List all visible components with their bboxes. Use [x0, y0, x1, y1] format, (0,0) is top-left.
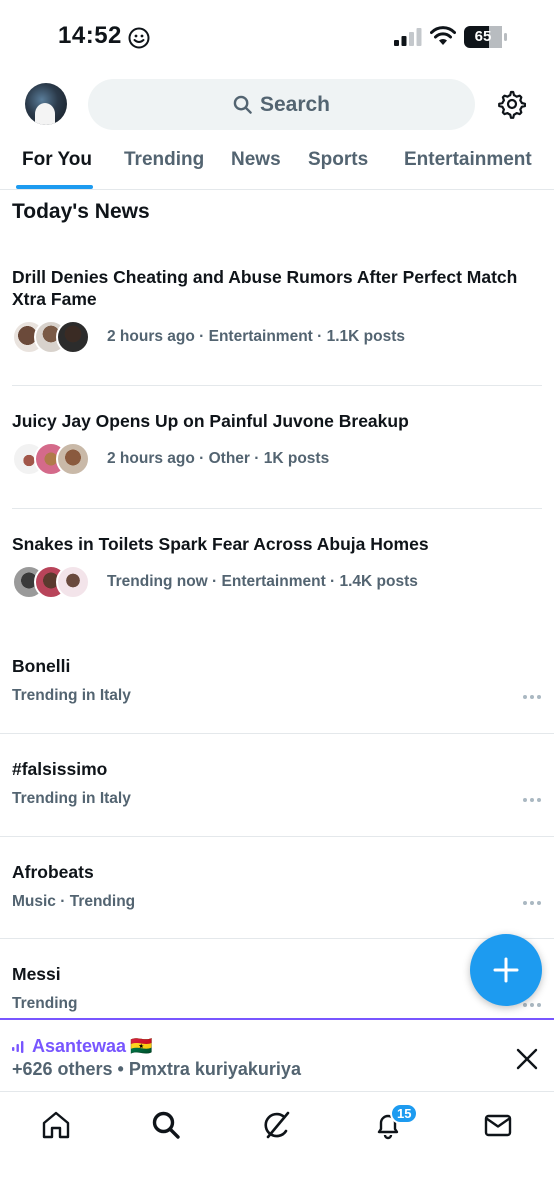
- bottom-nav: 15: [0, 1093, 554, 1200]
- compose-button[interactable]: [470, 934, 542, 1006]
- avatar: [56, 565, 90, 599]
- notification-count-badge: 15: [390, 1103, 419, 1124]
- news-item[interactable]: Snakes in Toilets Spark Fear Across Abuj…: [12, 533, 542, 599]
- home-icon[interactable]: [40, 1109, 72, 1141]
- messages-mail-icon[interactable]: [482, 1109, 514, 1141]
- tab-entertainment[interactable]: Entertainment: [404, 149, 532, 171]
- news-item[interactable]: Juicy Jay Opens Up on Painful Juvone Bre…: [12, 410, 542, 476]
- avatar: [56, 442, 90, 476]
- space-host-row: Asantewaa 🇬🇭: [12, 1036, 152, 1057]
- trend-item[interactable]: #falsissimo Trending in Italy: [12, 759, 542, 839]
- trend-subtitle: Trending in Italy: [12, 790, 131, 807]
- divider: [12, 508, 542, 509]
- active-tab-indicator: [16, 185, 93, 189]
- trend-subtitle: Music · Trending: [12, 893, 136, 910]
- divider: [0, 733, 554, 734]
- flag-icon: 🇬🇭: [130, 1036, 153, 1056]
- profile-avatar[interactable]: [25, 83, 67, 125]
- battery-level: 65: [474, 28, 492, 45]
- settings-gear-icon[interactable]: [496, 89, 526, 119]
- search-icon: [233, 95, 252, 114]
- trend-item[interactable]: Afrobeats Music · Trending: [12, 862, 542, 942]
- trend-title: Bonelli: [12, 656, 71, 676]
- wifi-icon: [430, 26, 456, 45]
- divider: [0, 938, 554, 939]
- cellular-signal-icon: [394, 28, 422, 46]
- trend-subtitle: Trending in Italy: [12, 687, 131, 704]
- news-meta: Trending now · Entertainment · 1.4K post…: [107, 573, 418, 590]
- news-headline: Snakes in Toilets Spark Fear Across Abuj…: [12, 534, 429, 554]
- news-item[interactable]: Drill Denies Cheating and Abuse Rumors A…: [12, 266, 542, 354]
- divider: [0, 836, 554, 837]
- news-headline: Juicy Jay Opens Up on Painful Juvone Bre…: [12, 411, 409, 431]
- section-title: Today's News: [12, 200, 150, 223]
- smiley-icon: [128, 27, 150, 49]
- participant-avatars: [12, 442, 107, 476]
- trend-title: Messi: [12, 964, 61, 984]
- news-meta-row: 2 hours ago · Entertainment · 1.1K posts: [12, 320, 542, 354]
- explore-tabs: For You Trending News Sports Entertainme…: [0, 140, 554, 190]
- tab-news[interactable]: News: [231, 149, 281, 171]
- plus-icon: [493, 957, 519, 983]
- status-time: 14:52: [58, 22, 122, 49]
- divider: [12, 385, 542, 386]
- tab-sports[interactable]: Sports: [308, 149, 368, 171]
- close-icon[interactable]: [516, 1048, 538, 1070]
- trend-title: #falsissimo: [12, 759, 108, 779]
- trend-subtitle: Trending: [12, 995, 78, 1012]
- news-meta: 2 hours ago · Other · 1K posts: [107, 450, 330, 467]
- news-headline: Drill Denies Cheating and Abuse Rumors A…: [12, 267, 518, 309]
- trend-item[interactable]: Bonelli Trending in Italy: [12, 656, 542, 736]
- more-options-icon[interactable]: [522, 797, 542, 803]
- search-placeholder: Search: [259, 92, 331, 116]
- more-options-icon[interactable]: [522, 900, 542, 906]
- status-bar: 14:52 65: [0, 0, 554, 70]
- participant-avatars: [12, 565, 107, 599]
- news-meta: 2 hours ago · Entertainment · 1.1K posts: [107, 328, 405, 345]
- news-meta-row: 2 hours ago · Other · 1K posts: [12, 442, 542, 476]
- tab-for-you[interactable]: For You: [22, 149, 92, 171]
- audio-wave-icon: [12, 1040, 24, 1053]
- news-meta-row: Trending now · Entertainment · 1.4K post…: [12, 565, 542, 599]
- search-icon[interactable]: [150, 1109, 182, 1141]
- space-host-name: Asantewaa: [32, 1036, 127, 1056]
- trend-title: Afrobeats: [12, 862, 94, 882]
- space-detail: +626 others • Pmxtra kuriyakuriya: [12, 1059, 301, 1079]
- more-options-icon[interactable]: [522, 1002, 542, 1008]
- more-options-icon[interactable]: [522, 694, 542, 700]
- search-bar[interactable]: Search: [88, 79, 475, 130]
- participant-avatars: [12, 320, 107, 354]
- live-space-bar[interactable]: Asantewaa 🇬🇭 +626 others • Pmxtra kuriya…: [0, 1018, 554, 1092]
- tab-trending[interactable]: Trending: [124, 149, 204, 171]
- avatar: [56, 320, 90, 354]
- grok-icon[interactable]: [261, 1109, 293, 1141]
